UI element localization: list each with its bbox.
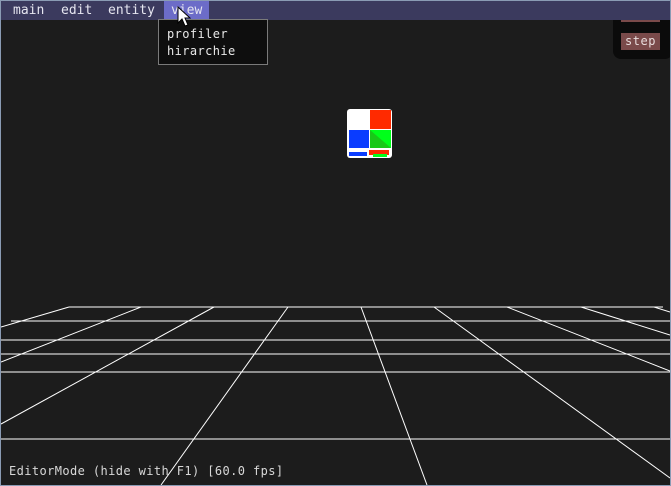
cube-bottom-green (373, 154, 387, 157)
cube-face-blue (349, 130, 369, 148)
cube-face-white (349, 110, 369, 129)
cube-bottom-blue (349, 152, 367, 156)
grid-line (506, 306, 670, 372)
grid-line (1, 306, 70, 328)
grid-line (1, 306, 215, 425)
mouse-cursor-icon (177, 6, 191, 27)
view-menu-dropdown: profiler hirarchie (158, 19, 268, 65)
app-window: main edit entity view profiler hirarchie… (0, 0, 671, 486)
menu-main[interactable]: main (6, 1, 51, 20)
grid-line (160, 306, 289, 485)
menu-item-profiler[interactable]: profiler (167, 27, 228, 42)
menu-edit[interactable]: edit (54, 1, 99, 20)
ground-grid (1, 306, 670, 485)
scene-canvas (1, 109, 670, 485)
cube-entity[interactable] (347, 109, 392, 158)
menu-item-hirarchie[interactable]: hirarchie (167, 44, 236, 59)
menu-bar: main edit entity view (1, 1, 670, 20)
grid-line (360, 306, 428, 485)
cube-face-red (370, 110, 391, 129)
status-text: EditorMode (hide with F1) [60.0 fps] (9, 464, 284, 478)
menu-entity[interactable]: entity (101, 1, 162, 20)
grid-line (653, 306, 670, 313)
grid-line (433, 306, 670, 479)
3d-viewport[interactable] (1, 20, 670, 485)
step-button[interactable]: step (621, 33, 660, 50)
